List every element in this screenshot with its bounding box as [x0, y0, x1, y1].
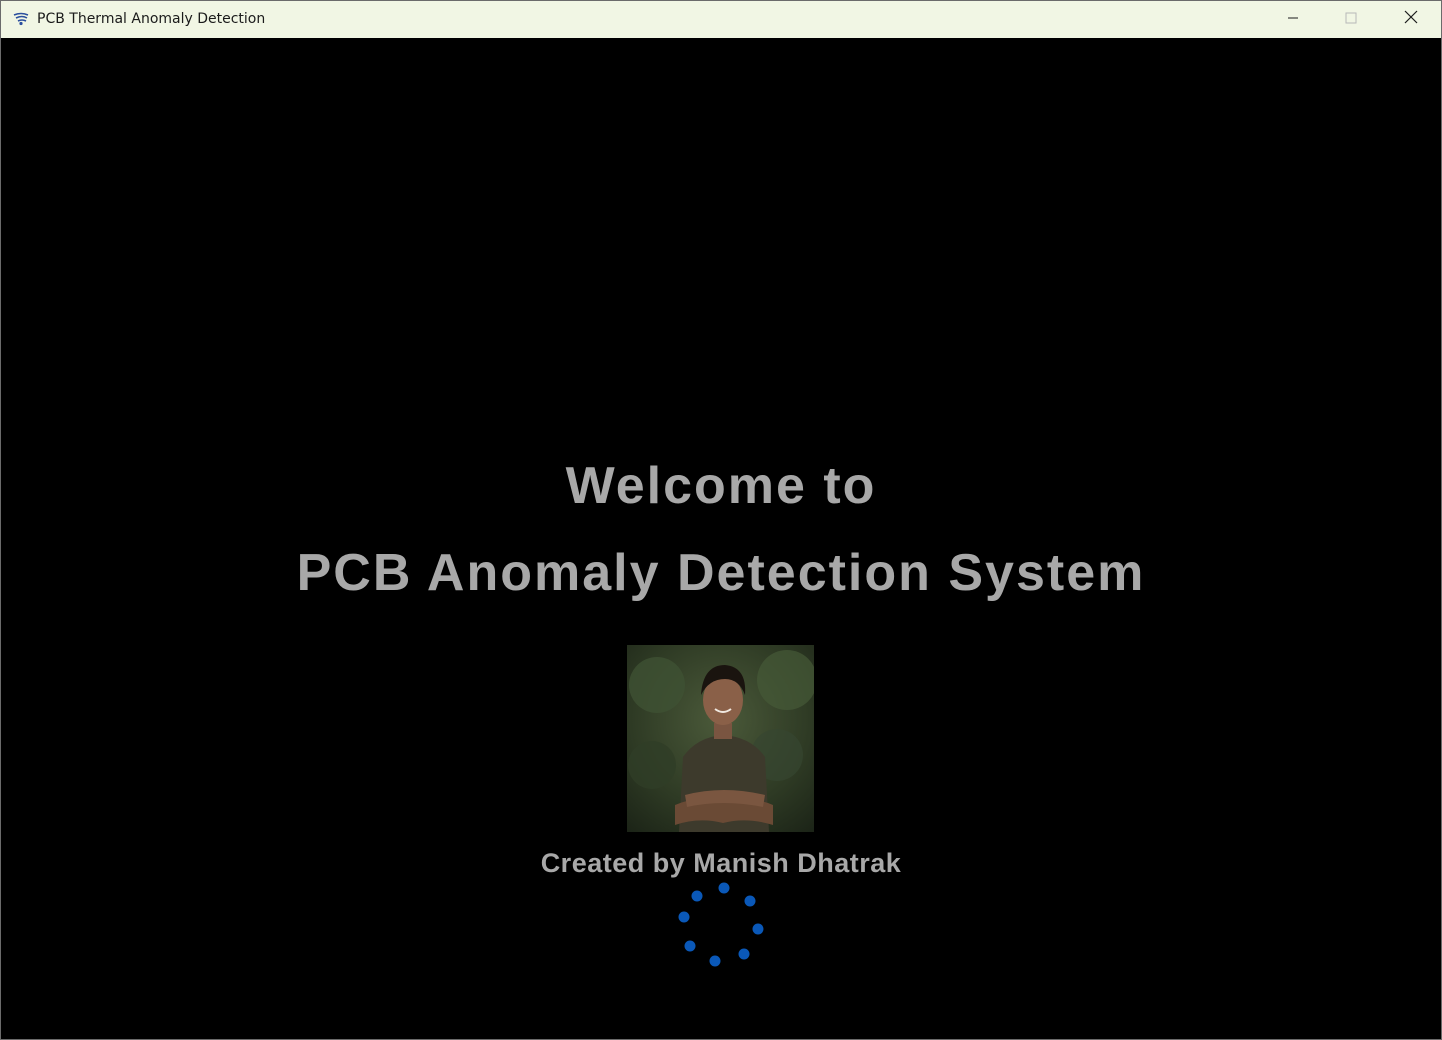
- loading-spinner-icon: [672, 879, 768, 969]
- splash-screen: Welcome to PCB Anomaly Detection System: [1, 38, 1441, 1039]
- close-button[interactable]: [1382, 1, 1440, 38]
- creator-credit: Created by Manish Dhatrak: [540, 848, 902, 878]
- system-title: PCB Anomaly Detection System: [296, 544, 1146, 602]
- maximize-button[interactable]: [1322, 1, 1380, 38]
- title-bar[interactable]: PCB Thermal Anomaly Detection: [1, 1, 1441, 38]
- app-window: PCB Thermal Anomaly Detection Welcome to…: [0, 0, 1442, 1040]
- minimize-icon: [1287, 11, 1299, 29]
- maximize-icon: [1345, 11, 1357, 29]
- minimize-button[interactable]: [1264, 1, 1322, 38]
- app-logo-icon: [13, 11, 29, 27]
- welcome-heading: Welcome to: [565, 457, 877, 515]
- close-icon: [1404, 10, 1418, 29]
- creator-photo: [627, 645, 814, 832]
- window-title: PCB Thermal Anomaly Detection: [37, 11, 266, 27]
